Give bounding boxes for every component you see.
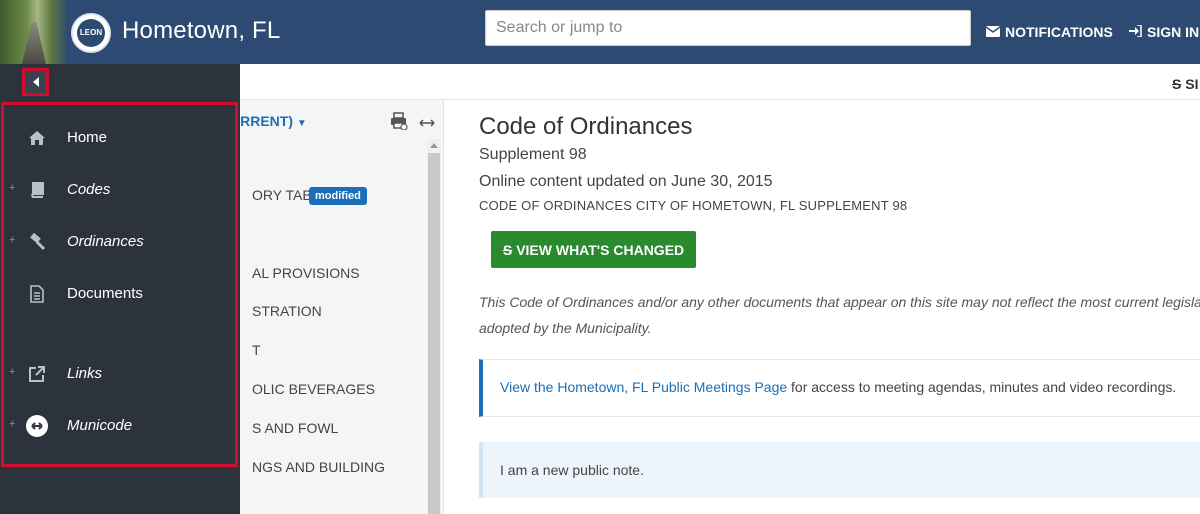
side-menu-list: Home + Codes + Ordinances Documents + Li…: [1, 102, 238, 467]
toc-item[interactable]: AL PROVISIONS: [252, 265, 360, 281]
show-changes-toggle[interactable]: S SI: [1172, 76, 1198, 92]
site-header: LEON Hometown, FL NOTIFICATIONS SIGN IN: [0, 0, 1200, 64]
menu-item-label: Documents: [67, 285, 143, 302]
city-seal-logo[interactable]: LEON: [71, 13, 111, 53]
expand-width-icon[interactable]: [419, 115, 435, 133]
document-icon: [26, 283, 48, 305]
menu-item-label: Links: [67, 365, 103, 382]
meetings-text: for access to meeting agendas, minutes a…: [787, 379, 1177, 395]
menu-item-label: Home: [67, 129, 108, 146]
view-changes-label: VIEW WHAT'S CHANGED: [516, 241, 685, 258]
expand-plus-icon[interactable]: +: [9, 418, 15, 430]
expand-plus-icon[interactable]: +: [9, 182, 15, 194]
page-title: Code of Ordinances: [479, 113, 693, 140]
sign-in-icon: [1129, 24, 1142, 40]
seal-text: LEON: [77, 19, 105, 47]
menu-item-label: Codes: [67, 181, 111, 198]
menu-item-codes[interactable]: + Codes: [4, 170, 241, 210]
disclaimer-text: This Code of Ordinances and/or any other…: [479, 294, 1200, 336]
version-dropdown[interactable]: URRENT) ▼: [230, 113, 307, 129]
show-changes-label: SI: [1185, 76, 1199, 92]
notifications-link[interactable]: NOTIFICATIONS: [985, 24, 1113, 40]
home-icon: [26, 127, 48, 149]
expand-plus-icon[interactable]: +: [9, 366, 15, 378]
meetings-callout: View the Hometown, FL Public Meetings Pa…: [479, 359, 1200, 417]
print-icon[interactable]: [390, 112, 408, 135]
external-link-icon: [26, 363, 48, 385]
sign-in-label: SIGN IN: [1147, 24, 1200, 40]
toc-item[interactable]: NGS AND BUILDING: [252, 459, 385, 475]
collapse-menu-button[interactable]: [22, 68, 49, 96]
municode-logo-icon: [26, 415, 48, 437]
menu-item-links[interactable]: + Links: [4, 354, 241, 394]
menu-item-ordinances[interactable]: + Ordinances: [4, 222, 241, 262]
updated-date: Online content updated on June 30, 2015: [479, 173, 773, 190]
sign-in-link[interactable]: SIGN IN: [1129, 24, 1199, 40]
menu-item-label: Ordinances: [67, 233, 144, 250]
toc-item[interactable]: T: [252, 342, 261, 358]
search-input[interactable]: [485, 10, 971, 46]
menu-item-label: Municode: [67, 417, 133, 434]
view-changes-button[interactable]: S VIEW WHAT'S CHANGED: [491, 231, 696, 268]
menu-item-municode[interactable]: + Municode: [4, 406, 241, 446]
site-title[interactable]: Hometown, FL: [122, 17, 280, 45]
public-note: I am a new public note.: [479, 442, 1200, 498]
supplement-label: Supplement 98: [479, 146, 587, 163]
toc-item[interactable]: OLIC BEVERAGES: [252, 381, 375, 397]
notifications-label: NOTIFICATIONS: [1005, 24, 1113, 40]
toc-item[interactable]: STRATION: [252, 303, 322, 319]
toc-scrollbar[interactable]: [427, 139, 441, 514]
modified-badge: modified: [309, 187, 367, 205]
scrollbar-thumb[interactable]: [428, 153, 440, 514]
strikethrough-s-icon: S: [1172, 76, 1182, 92]
caret-down-icon: ▼: [296, 118, 307, 129]
menu-item-documents[interactable]: Documents: [4, 274, 241, 314]
public-meetings-link[interactable]: View the Hometown, FL Public Meetings Pa…: [500, 379, 787, 395]
strikethrough-s-icon: S: [502, 241, 513, 258]
toc-item[interactable]: S AND FOWL: [252, 420, 338, 436]
gavel-icon: [26, 231, 48, 253]
book-icon: [26, 179, 48, 201]
expand-plus-icon[interactable]: +: [9, 234, 15, 246]
scroll-up-arrow-icon[interactable]: [430, 143, 438, 148]
code-subtitle: CODE OF ORDINANCES CITY OF HOMETOWN, FL …: [479, 198, 908, 213]
caret-left-icon: [32, 77, 39, 87]
envelope-icon: [985, 24, 1001, 40]
header-photo: [0, 0, 68, 64]
menu-item-home[interactable]: Home: [4, 118, 241, 158]
